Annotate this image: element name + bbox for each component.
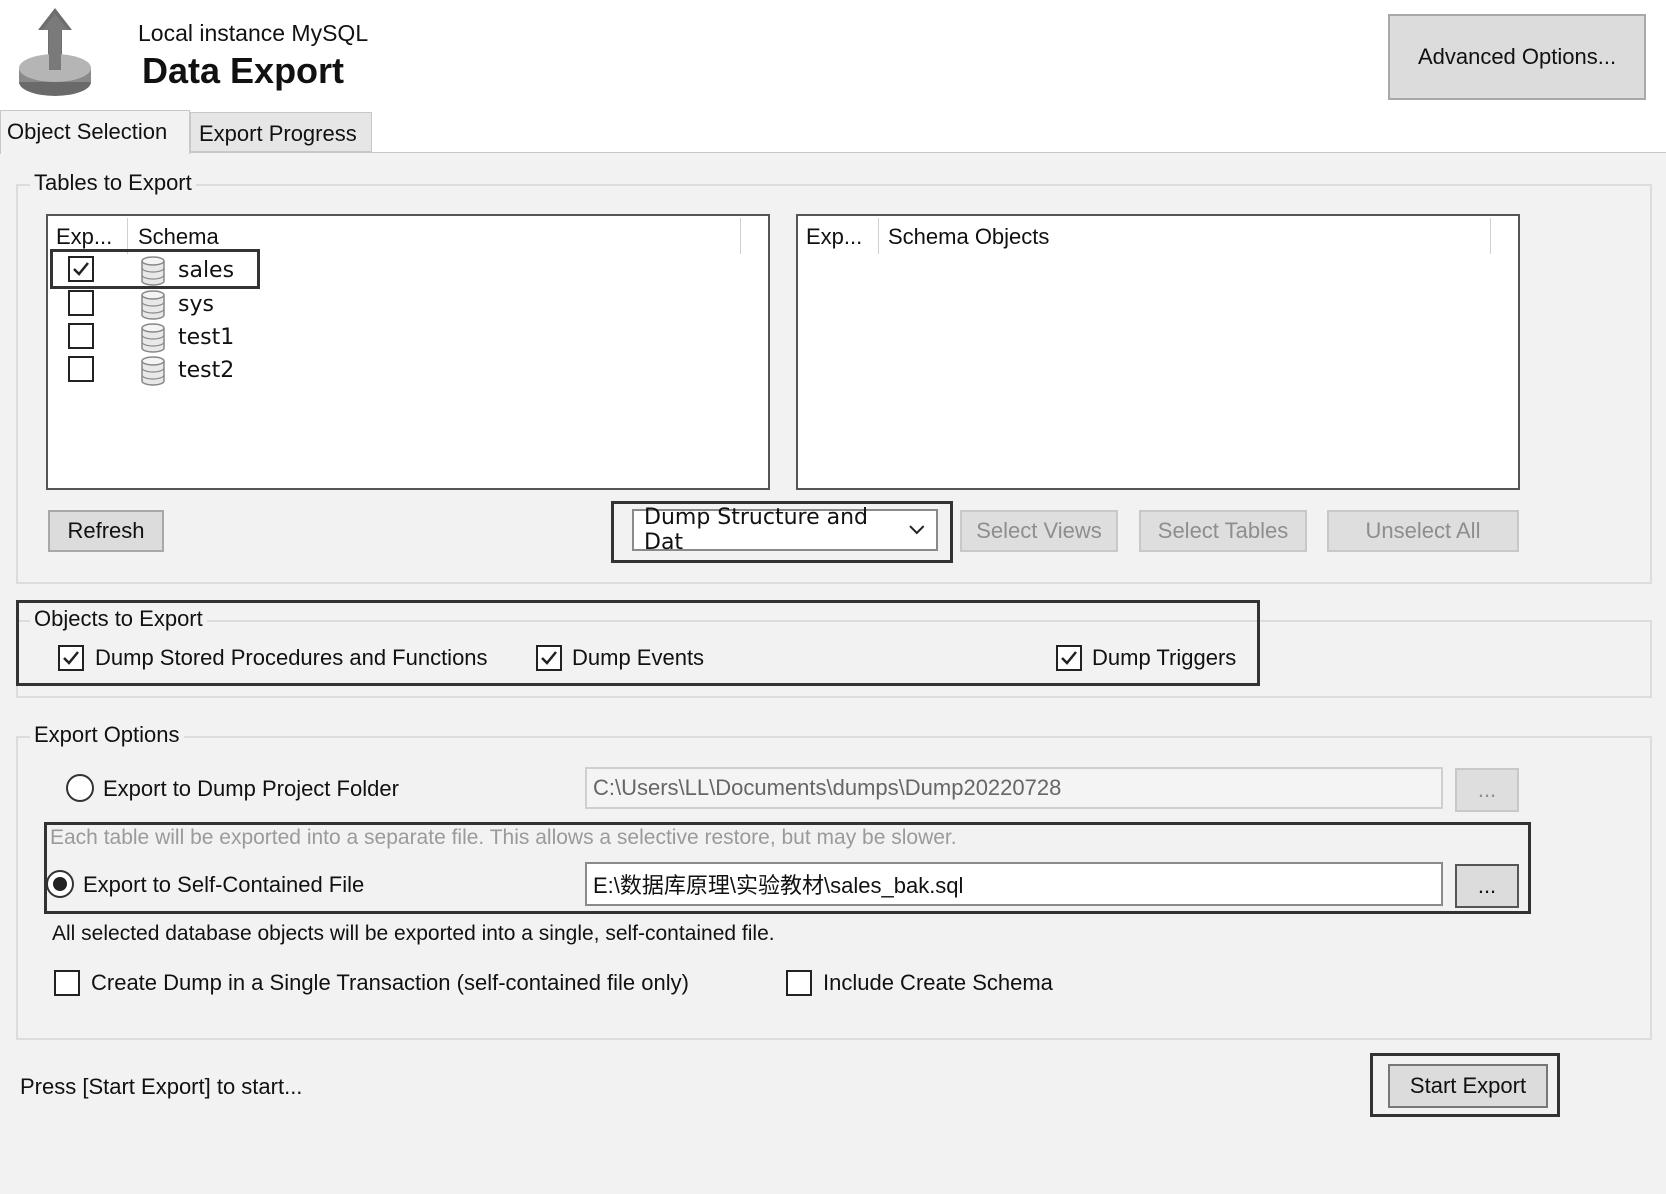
- checkmark-icon: [1061, 651, 1077, 665]
- self-contained-label[interactable]: Export to Self-Contained File: [83, 872, 364, 898]
- database-icon: [141, 323, 165, 353]
- unselect-all-button[interactable]: Unselect All: [1327, 510, 1519, 552]
- export-options-label: Export Options: [30, 722, 184, 748]
- schema-checkbox-sales[interactable]: [68, 256, 94, 282]
- select-tables-button[interactable]: Select Tables: [1139, 510, 1307, 552]
- tab-object-selection[interactable]: Object Selection: [0, 110, 190, 154]
- database-icon: [141, 290, 165, 320]
- dump-routines-label[interactable]: Dump Stored Procedures and Functions: [95, 645, 488, 671]
- dump-mode-select[interactable]: Dump Structure and Dat: [632, 505, 938, 555]
- dump-triggers-checkbox[interactable]: [1056, 645, 1082, 671]
- schema-list-col-schema[interactable]: Schema: [138, 224, 219, 250]
- dump-events-label[interactable]: Dump Events: [572, 645, 704, 671]
- self-contained-path-field[interactable]: E:\数据库原理\实验教材\sales_bak.sql: [585, 862, 1443, 906]
- tables-to-export-label: Tables to Export: [30, 170, 196, 196]
- objects-list-col-export[interactable]: Exp...: [806, 224, 862, 250]
- dump-folder-path-field[interactable]: C:\Users\LL\Documents\dumps\Dump20220728: [585, 767, 1443, 809]
- refresh-button[interactable]: Refresh: [48, 510, 164, 552]
- objects-list-col-schema-objects[interactable]: Schema Objects: [888, 224, 1049, 250]
- include-schema-label[interactable]: Include Create Schema: [823, 970, 1053, 996]
- schema-name[interactable]: sales: [178, 258, 234, 283]
- dump-mode-value: Dump Structure and Dat: [644, 505, 868, 555]
- col-divider: [878, 218, 879, 254]
- self-contained-note: All selected database objects will be ex…: [52, 922, 775, 945]
- checkmark-icon: [63, 651, 79, 665]
- start-export-button[interactable]: Start Export: [1388, 1064, 1548, 1108]
- advanced-options-button[interactable]: Advanced Options...: [1388, 14, 1646, 100]
- page-title: Data Export: [142, 50, 345, 91]
- dump-folder-hint: Each table will be exported into a separ…: [50, 826, 957, 849]
- self-contained-radio[interactable]: [46, 870, 74, 898]
- dump-events-checkbox[interactable]: [536, 645, 562, 671]
- checkmark-icon: [541, 651, 557, 665]
- connection-subtitle: Local instance MySQL: [138, 20, 369, 46]
- self-contained-browse-button[interactable]: ...: [1455, 864, 1519, 908]
- radio-selected-dot: [53, 877, 67, 891]
- single-transaction-label[interactable]: Create Dump in a Single Transaction (sel…: [91, 970, 689, 996]
- schema-list-col-export[interactable]: Exp...: [56, 224, 112, 250]
- database-icon: [141, 256, 165, 286]
- schema-checkbox-test2[interactable]: [68, 356, 94, 382]
- include-schema-checkbox[interactable]: [786, 970, 812, 996]
- objects-to-export-label: Objects to Export: [30, 606, 207, 632]
- col-divider: [740, 218, 741, 254]
- select-views-button[interactable]: Select Views: [960, 510, 1118, 552]
- schema-name[interactable]: sys: [178, 292, 214, 317]
- single-transaction-checkbox[interactable]: [54, 970, 80, 996]
- dump-folder-browse-button[interactable]: ...: [1455, 768, 1519, 812]
- dump-folder-radio[interactable]: [66, 774, 94, 802]
- tab-export-progress[interactable]: Export Progress: [190, 112, 372, 152]
- status-text: Press [Start Export] to start...: [20, 1074, 303, 1099]
- schema-name[interactable]: test1: [178, 325, 234, 350]
- schema-checkbox-sys[interactable]: [68, 290, 94, 316]
- database-icon: [141, 356, 165, 386]
- dump-folder-label[interactable]: Export to Dump Project Folder: [103, 776, 399, 802]
- schema-name[interactable]: test2: [178, 358, 234, 383]
- data-export-icon: [19, 8, 91, 96]
- checkmark-icon: [73, 262, 89, 276]
- schema-checkbox-test1[interactable]: [68, 323, 94, 349]
- col-divider: [1490, 218, 1491, 254]
- dump-triggers-label[interactable]: Dump Triggers: [1092, 645, 1236, 671]
- chevron-down-icon: [909, 525, 925, 535]
- schema-objects-list[interactable]: [796, 214, 1520, 490]
- dump-routines-checkbox[interactable]: [58, 645, 84, 671]
